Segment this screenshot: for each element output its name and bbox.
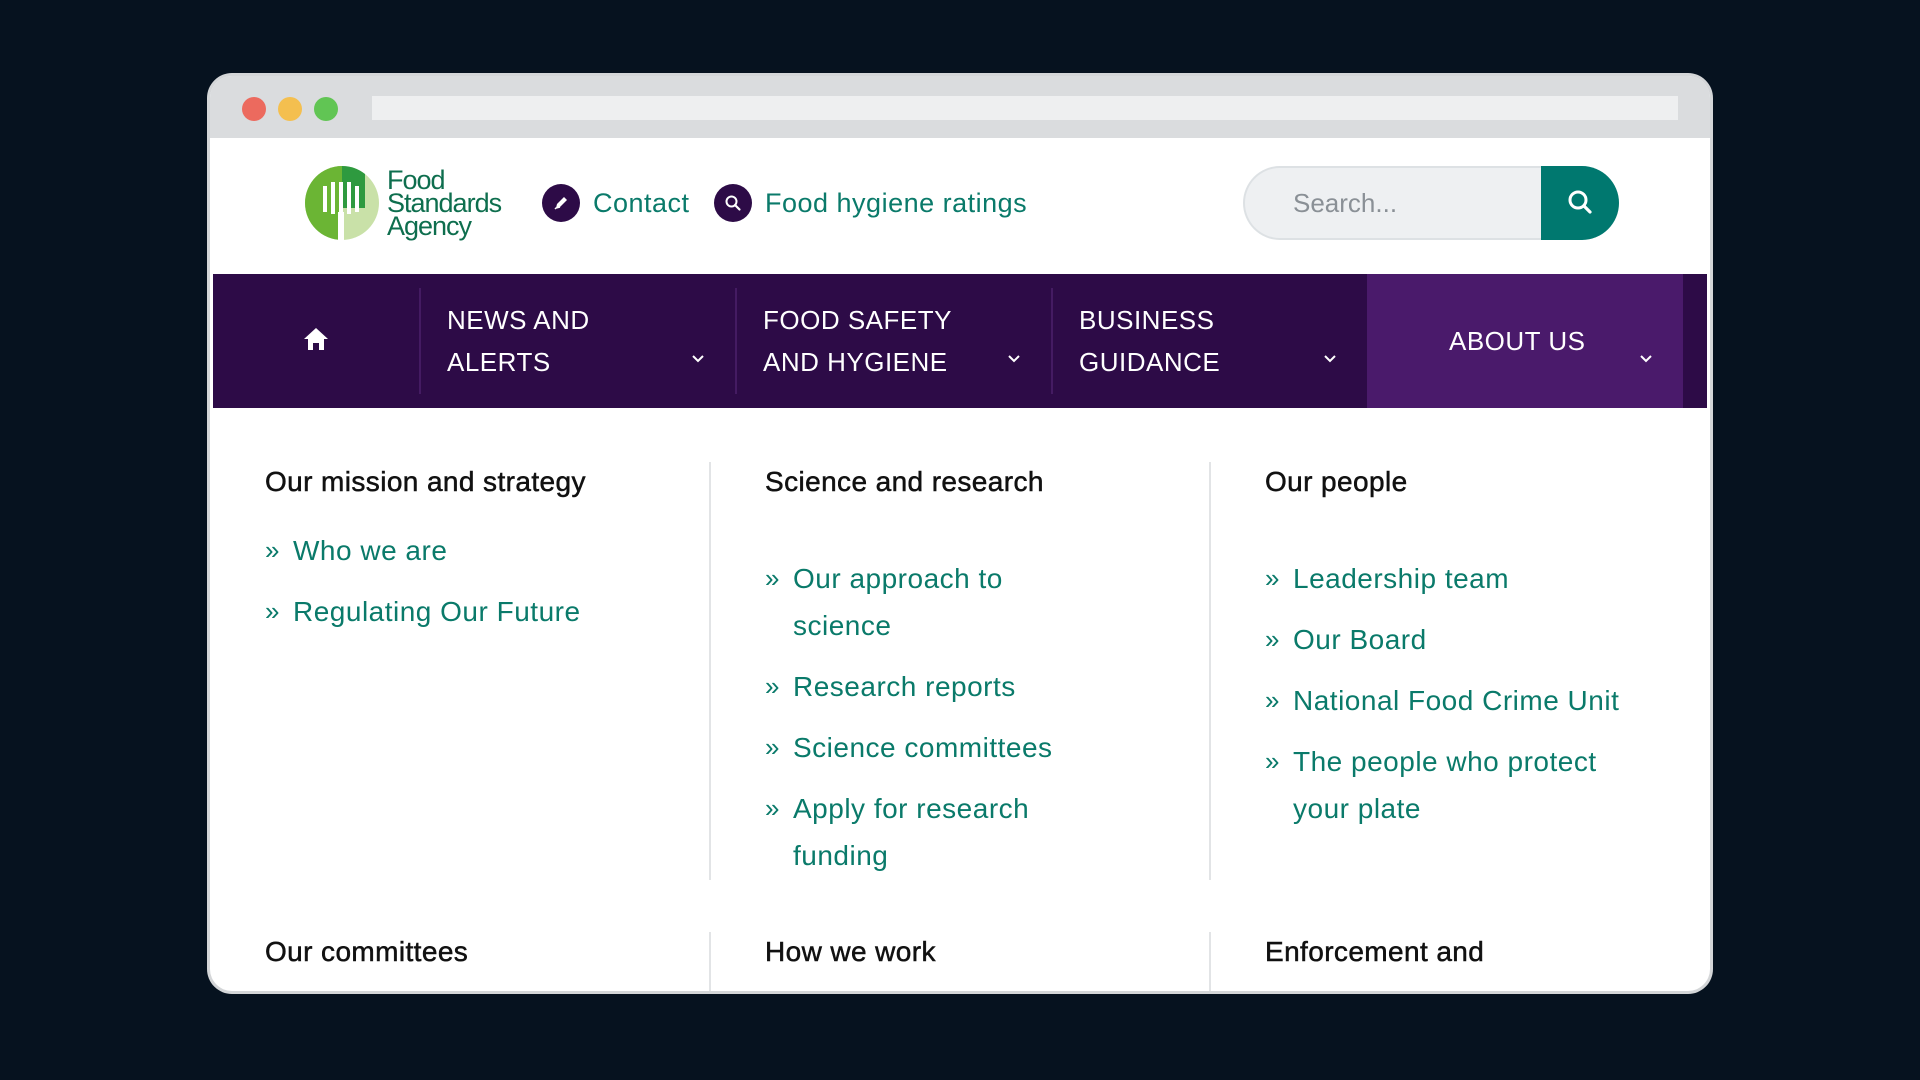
logo-icon bbox=[303, 164, 381, 242]
nav-home-button[interactable] bbox=[213, 274, 419, 408]
mega-menu-column-mission: Our mission and strategy Who we are Regu… bbox=[265, 458, 665, 649]
close-window-button[interactable] bbox=[242, 97, 266, 121]
search-icon bbox=[1566, 188, 1594, 219]
menu-link[interactable]: National Food Crime Unit bbox=[1265, 677, 1655, 724]
nav-item-business-guidance[interactable]: BUSINESS GUIDANCE bbox=[1051, 274, 1367, 408]
column-links: Who we are Regulating Our Future bbox=[265, 527, 665, 635]
nav-item-news-and-alerts[interactable]: NEWS AND ALERTS bbox=[419, 274, 735, 408]
food-hygiene-ratings-label: Food hygiene ratings bbox=[765, 187, 1028, 218]
menu-link[interactable]: Leadership team bbox=[1265, 555, 1655, 602]
column-heading-enforcement[interactable]: Enforcement and bbox=[1265, 928, 1484, 975]
column-heading[interactable]: Our people bbox=[1265, 458, 1655, 505]
nav-item-label: FOOD SAFETY AND HYGIENE bbox=[763, 305, 952, 377]
nav-item-label: NEWS AND ALERTS bbox=[447, 305, 590, 377]
nav-item-about-us[interactable]: ABOUT US bbox=[1367, 274, 1683, 408]
minimize-window-button[interactable] bbox=[278, 97, 302, 121]
column-heading[interactable]: Science and research bbox=[765, 458, 1105, 505]
chevron-down-icon bbox=[691, 334, 705, 376]
menu-link[interactable]: Our Board bbox=[1265, 616, 1655, 663]
menu-link[interactable]: Research reports bbox=[765, 663, 1105, 710]
column-divider bbox=[709, 462, 711, 880]
menu-link[interactable]: The people who protect your plate bbox=[1265, 738, 1655, 832]
search-input[interactable] bbox=[1243, 166, 1541, 240]
search-form bbox=[1243, 166, 1619, 240]
nav-item-label: ABOUT US bbox=[1449, 326, 1586, 356]
chevron-down-icon bbox=[1323, 334, 1337, 376]
column-heading-how-we-work[interactable]: How we work bbox=[765, 928, 936, 975]
column-links: Our approach to science Research reports… bbox=[765, 555, 1105, 879]
menu-link[interactable]: Regulating Our Future bbox=[265, 588, 665, 635]
menu-link[interactable]: Who we are bbox=[265, 527, 665, 574]
nav-item-label: BUSINESS GUIDANCE bbox=[1079, 305, 1221, 377]
column-divider bbox=[1209, 932, 1211, 991]
chevron-down-icon bbox=[1639, 334, 1653, 376]
column-heading-committees[interactable]: Our committees bbox=[265, 928, 468, 975]
mega-menu-column-science: Science and research Our approach to sci… bbox=[765, 458, 1105, 893]
browser-chrome bbox=[210, 76, 1710, 138]
contact-label: Contact bbox=[593, 187, 690, 218]
logo-line-3: Agency bbox=[387, 210, 472, 241]
address-bar[interactable] bbox=[372, 96, 1678, 120]
chevron-down-icon bbox=[1007, 334, 1021, 376]
nav-item-food-safety-and-hygiene[interactable]: FOOD SAFETY AND HYGIENE bbox=[735, 274, 1051, 408]
home-icon bbox=[302, 326, 330, 357]
site-header: Food Standards Agency Contact Food hygie… bbox=[210, 138, 1710, 274]
menu-link[interactable]: Our approach to science bbox=[765, 555, 1105, 649]
maximize-window-button[interactable] bbox=[314, 97, 338, 121]
search-button[interactable] bbox=[1541, 166, 1619, 240]
main-navigation: NEWS AND ALERTS FOOD SAFETY AND HYGIENE … bbox=[213, 274, 1707, 408]
column-heading[interactable]: Our mission and strategy bbox=[265, 458, 665, 505]
mega-menu-column-people: Our people Leadership team Our Board Nat… bbox=[1265, 458, 1655, 846]
menu-link[interactable]: Apply for research funding bbox=[765, 785, 1105, 879]
column-divider bbox=[709, 932, 711, 991]
browser-window: Food Standards Agency Contact Food hygie… bbox=[210, 76, 1710, 991]
menu-link[interactable]: Science committees bbox=[765, 724, 1105, 771]
column-links: Leadership team Our Board National Food … bbox=[1265, 555, 1655, 832]
about-us-mega-menu: Our mission and strategy Who we are Regu… bbox=[210, 408, 1710, 991]
contact-link[interactable]: Contact bbox=[542, 184, 690, 222]
food-hygiene-ratings-link[interactable]: Food hygiene ratings bbox=[714, 184, 1027, 222]
search-icon bbox=[714, 184, 752, 222]
logo-text: Food Standards Agency bbox=[387, 166, 502, 241]
pencil-icon bbox=[542, 184, 580, 222]
site-logo[interactable]: Food Standards Agency bbox=[303, 164, 502, 242]
column-divider bbox=[1209, 462, 1211, 880]
